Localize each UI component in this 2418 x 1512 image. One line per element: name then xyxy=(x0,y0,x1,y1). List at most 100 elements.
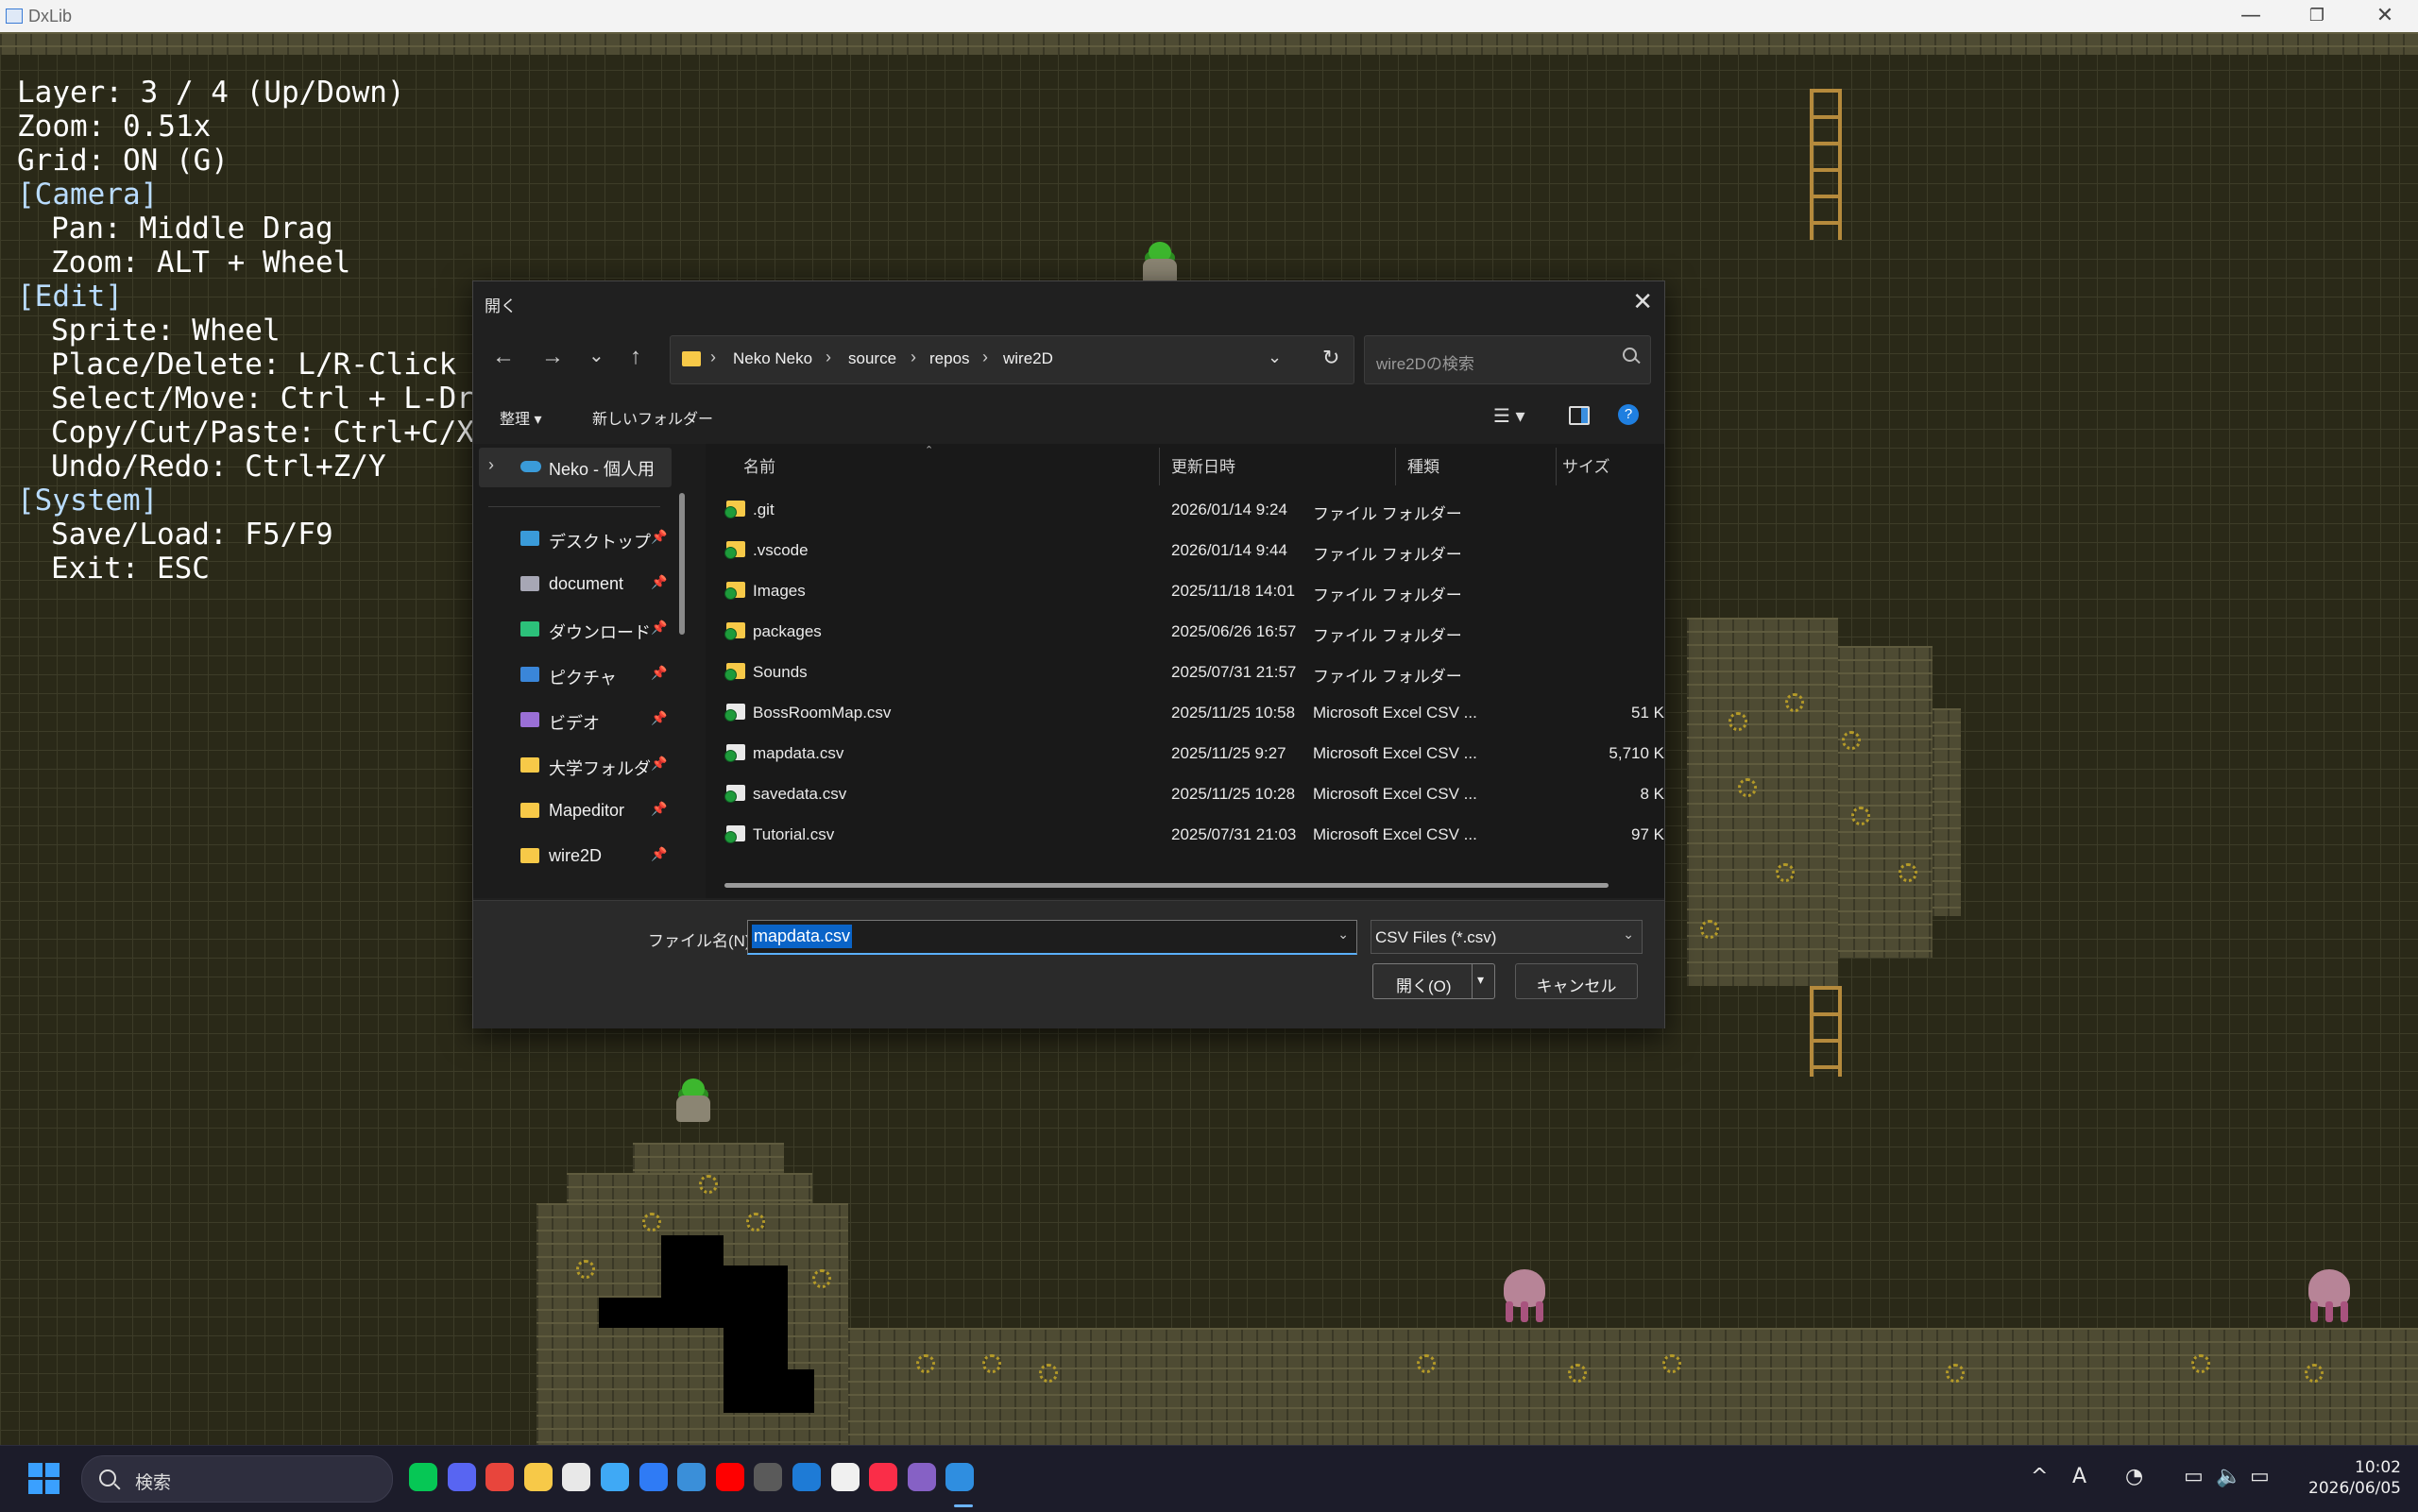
volume-icon[interactable]: 🔈 xyxy=(2216,1465,2241,1488)
nav-item[interactable]: デスクトップ 📌 xyxy=(473,518,672,561)
file-row[interactable]: Tutorial.csv 2025/07/31 21:03 Microsoft Ex… xyxy=(706,814,1664,855)
file-name: packages xyxy=(753,622,822,640)
minimize-button[interactable]: — xyxy=(2223,2,2278,30)
nav-scrollbar[interactable] xyxy=(679,493,685,635)
file-modified: 2025/11/25 10:58 xyxy=(1171,704,1296,722)
organize-button[interactable]: 整理 ▾ xyxy=(500,406,541,429)
filename-value[interactable]: mapdata.csv xyxy=(752,925,853,948)
pin-icon[interactable]: 📌 xyxy=(651,665,667,681)
start-button[interactable] xyxy=(28,1463,60,1495)
network-icon[interactable]: ▭ xyxy=(2184,1465,2204,1488)
expand-chevron-icon[interactable]: › xyxy=(488,455,494,475)
discord-icon[interactable] xyxy=(447,1463,476,1491)
column-header-size[interactable]: サイズ xyxy=(1562,453,1610,477)
folder-icon xyxy=(520,757,539,773)
nav-item[interactable]: ビデオ 📌 xyxy=(473,699,672,742)
youtube-icon[interactable] xyxy=(715,1463,744,1491)
breadcrumb-item[interactable]: Neko Neko xyxy=(733,349,812,368)
view-options-icon[interactable]: ☰ ▾ xyxy=(1493,404,1525,428)
tray-overflow-icon[interactable]: ^ xyxy=(2031,1465,2048,1488)
chevron-down-icon[interactable]: ⌄ xyxy=(1337,926,1349,943)
column-divider[interactable] xyxy=(1395,448,1396,485)
nav-item[interactable]: 大学フォルダ 📌 xyxy=(473,744,672,788)
csv-file-icon xyxy=(724,744,745,762)
unity-icon[interactable] xyxy=(754,1463,783,1491)
close-window-button[interactable]: ✕ xyxy=(2358,2,2412,30)
clock-widget-icon[interactable]: ◔ xyxy=(2125,1465,2143,1488)
new-folder-button[interactable]: 新しいフォルダー xyxy=(592,406,713,429)
pin-icon[interactable]: 📌 xyxy=(651,710,667,726)
column-header-modified[interactable]: 更新日時 xyxy=(1171,453,1235,477)
file-row[interactable]: Sounds 2025/07/31 21:57 ファイル フォルダー xyxy=(706,652,1664,692)
ore-deposit xyxy=(812,1269,831,1288)
copilot-icon[interactable] xyxy=(639,1463,668,1491)
nav-item[interactable]: Mapeditor 📌 xyxy=(473,790,672,833)
filename-input[interactable]: mapdata.csv ⌄ xyxy=(747,920,1357,955)
search-box[interactable]: wire2Dの検索 xyxy=(1364,335,1651,384)
forward-button[interactable]: → xyxy=(541,344,564,370)
battery-icon[interactable]: ▭ xyxy=(2250,1465,2270,1488)
chevron-down-icon[interactable]: ⌄ xyxy=(1268,348,1282,367)
photos-icon[interactable] xyxy=(677,1463,707,1491)
slack-icon[interactable] xyxy=(562,1463,591,1491)
rock-floor xyxy=(848,1328,2418,1445)
nav-item-label: ピクチャ xyxy=(549,669,617,688)
store-icon[interactable] xyxy=(830,1463,860,1491)
music-icon[interactable] xyxy=(869,1463,898,1491)
ore-deposit xyxy=(2191,1354,2210,1373)
ime-icon[interactable]: A xyxy=(2072,1465,2086,1488)
breadcrumb-item[interactable]: wire2D xyxy=(1003,349,1053,368)
visual-studio-icon[interactable] xyxy=(907,1463,936,1491)
back-button[interactable]: ← xyxy=(492,344,515,370)
column-header-name[interactable]: 名前 xyxy=(743,453,775,477)
file-row[interactable]: .vscode 2026/01/14 9:44 ファイル フォルダー xyxy=(706,530,1664,570)
refresh-icon[interactable]: ↻ xyxy=(1322,346,1339,370)
open-button[interactable]: 開く(O) ▾ xyxy=(1372,963,1495,999)
file-row[interactable]: Images 2025/11/18 14:01 ファイル フォルダー xyxy=(706,570,1664,611)
chrome-icon[interactable] xyxy=(485,1463,515,1491)
file-row[interactable]: packages 2025/06/26 16:57 ファイル フォルダー xyxy=(706,611,1664,652)
pin-icon[interactable]: 📌 xyxy=(651,620,667,636)
crab-enemy-sprite xyxy=(1500,1269,1549,1324)
pin-icon[interactable]: 📌 xyxy=(651,801,667,817)
breadcrumb-item[interactable]: repos xyxy=(929,349,970,368)
taskbar-clock[interactable]: 10:02 2026/06/05 xyxy=(2308,1457,2401,1499)
dropdown-arrow-icon[interactable]: ▾ xyxy=(1477,972,1484,988)
nav-item[interactable]: ダウンロード 📌 xyxy=(473,608,672,652)
dxlib-app-icon[interactable] xyxy=(945,1463,975,1507)
maximize-button[interactable]: ❐ xyxy=(2290,2,2344,30)
notepad-icon[interactable] xyxy=(601,1463,629,1491)
nav-item[interactable]: wire2D 📌 xyxy=(473,835,672,878)
pin-icon[interactable]: 📌 xyxy=(651,756,667,772)
outlook-icon[interactable] xyxy=(792,1463,821,1491)
pin-icon[interactable]: 📌 xyxy=(651,846,667,862)
filetype-select[interactable]: CSV Files (*.csv) ⌄ xyxy=(1371,920,1643,954)
file-explorer-icon[interactable] xyxy=(523,1463,553,1491)
breadcrumb-item[interactable]: source xyxy=(848,349,896,368)
file-row[interactable]: .git 2026/01/14 9:24 ファイル フォルダー xyxy=(706,489,1664,530)
file-row[interactable]: mapdata.csv 2025/11/25 9:27 Microsoft Exce… xyxy=(706,733,1664,773)
column-divider[interactable] xyxy=(1556,448,1557,485)
dialog-title: 開く xyxy=(485,297,517,315)
line-icon[interactable] xyxy=(409,1463,437,1491)
column-header-type[interactable]: 種類 xyxy=(1407,453,1439,477)
nav-item[interactable]: document 📌 xyxy=(473,563,672,606)
taskbar-search[interactable]: 検索 xyxy=(81,1455,393,1503)
preview-pane-icon[interactable] xyxy=(1569,406,1590,425)
dialog-close-button[interactable]: ✕ xyxy=(1632,287,1653,316)
nav-onedrive[interactable]: Neko - 個人用 xyxy=(549,456,655,481)
column-divider[interactable] xyxy=(1159,448,1160,485)
nav-item[interactable]: ピクチャ 📌 xyxy=(473,654,672,697)
help-line: Undo/Redo: Ctrl+Z/Y xyxy=(51,450,386,484)
address-bar[interactable]: › Neko Neko › source › repos › wire2D ⌄ … xyxy=(670,335,1354,384)
file-modified: 2025/06/26 16:57 xyxy=(1171,622,1297,640)
file-row[interactable]: savedata.csv 2025/11/25 10:28 Microsoft Ex… xyxy=(706,773,1664,814)
pin-icon[interactable]: 📌 xyxy=(651,529,667,545)
recent-locations-button[interactable]: ⌄ xyxy=(588,344,604,367)
help-icon[interactable]: ? xyxy=(1618,404,1639,425)
cancel-button[interactable]: キャンセル xyxy=(1515,963,1638,999)
horizontal-scrollbar[interactable] xyxy=(724,883,1609,888)
up-folder-button[interactable]: ↑ xyxy=(630,344,641,370)
pin-icon[interactable]: 📌 xyxy=(651,574,667,590)
file-row[interactable]: BossRoomMap.csv 2025/11/25 10:58 Microsoft… xyxy=(706,692,1664,733)
